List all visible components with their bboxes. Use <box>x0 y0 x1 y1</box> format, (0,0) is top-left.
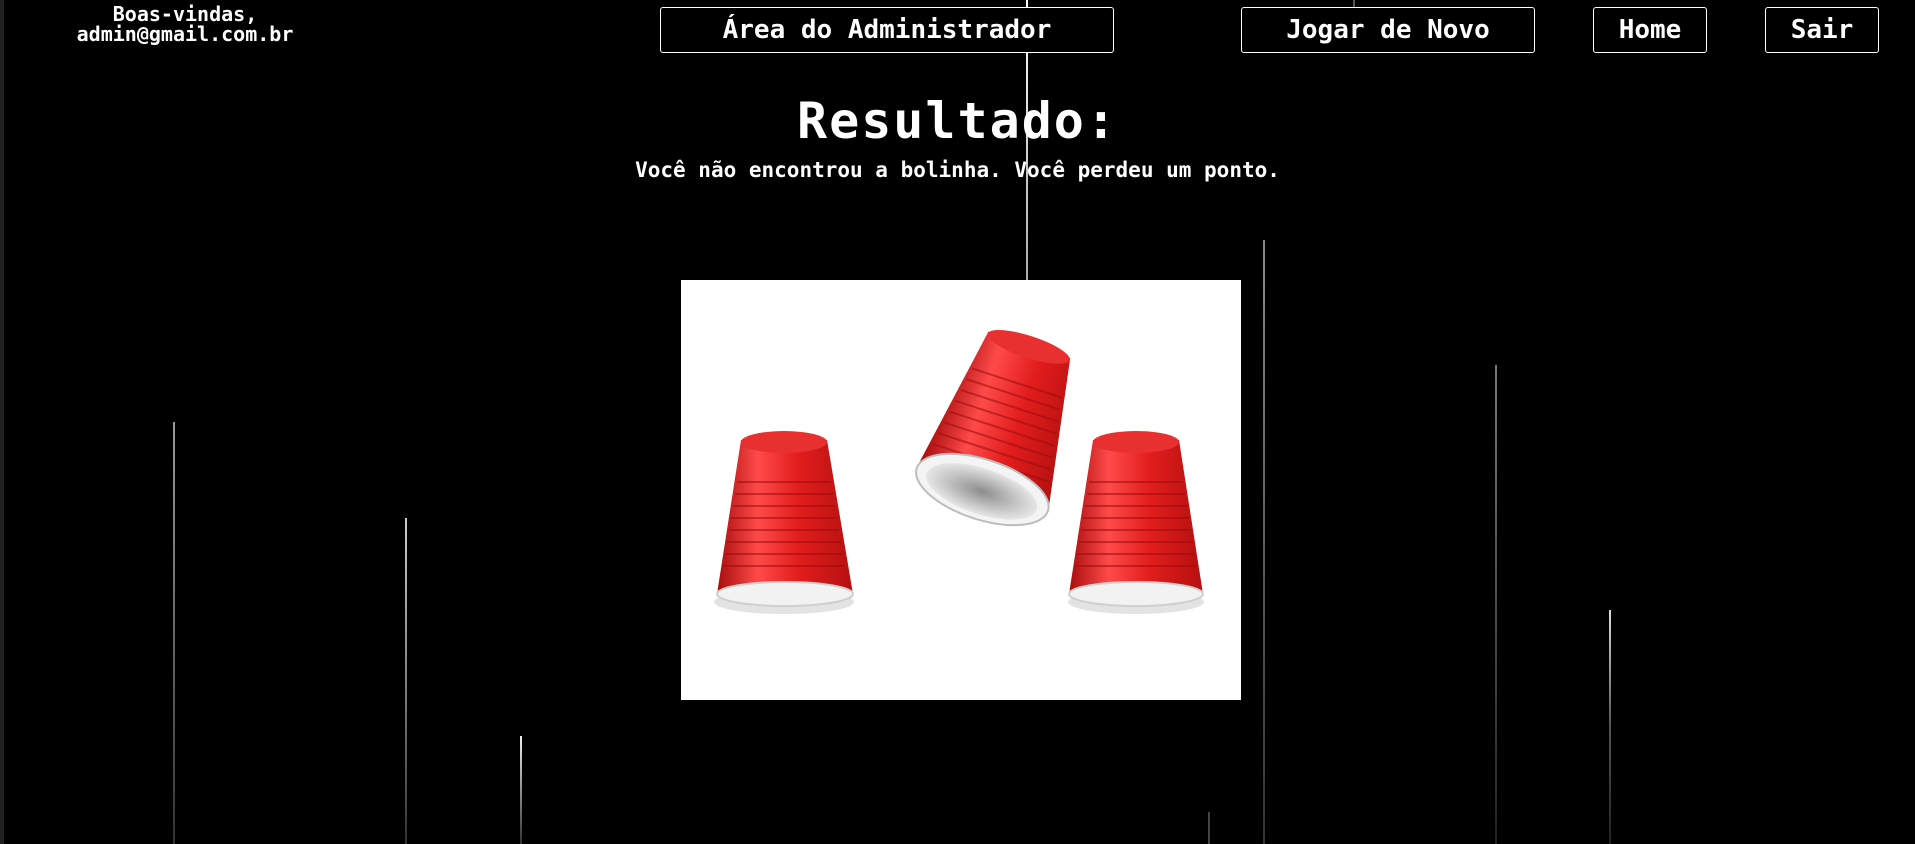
welcome-greeting: Boas-vindas, <box>112 2 258 26</box>
cups-image <box>681 280 1241 700</box>
home-button[interactable]: Home <box>1593 7 1707 53</box>
play-again-button[interactable]: Jogar de Novo <box>1241 7 1535 53</box>
admin-area-button[interactable]: Área do Administrador <box>660 7 1114 53</box>
logout-button[interactable]: Sair <box>1765 7 1879 53</box>
welcome-message: Boas-vindas, admin@gmail.com.br <box>0 4 370 44</box>
rain-line <box>1495 365 1497 844</box>
rain-line <box>1609 610 1611 844</box>
rain-line <box>520 736 522 844</box>
rain-line <box>1208 812 1210 844</box>
rain-line <box>1263 240 1265 844</box>
result-title: Resultado: <box>796 92 1119 150</box>
user-email: admin@gmail.com.br <box>76 22 294 46</box>
rain-line <box>173 422 175 844</box>
rain-line <box>405 518 407 844</box>
cup-right <box>1068 431 1204 614</box>
result-message: Você não encontrou a bolinha. Você perde… <box>635 158 1280 182</box>
cup-left <box>714 431 854 614</box>
cup-lifted <box>915 329 1071 527</box>
